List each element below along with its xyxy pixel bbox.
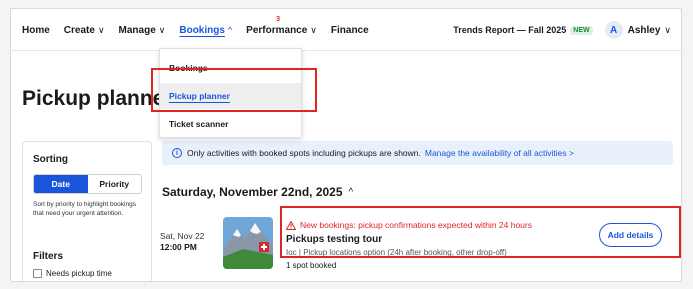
chevron-down-icon[interactable]: ∨: [664, 25, 671, 36]
info-icon: i: [172, 148, 182, 158]
menu-item-label: Ticket scanner: [169, 119, 229, 129]
chevron-down-icon: ∨: [97, 24, 105, 35]
nav-finance-label: Finance: [330, 24, 369, 36]
booking-datetime: Sat, Nov 22 12:00 PM: [160, 231, 204, 254]
nav-performance[interactable]: 3 Performance ∨: [246, 16, 317, 36]
checkbox[interactable]: [33, 269, 42, 278]
sort-priority-button[interactable]: Priority: [88, 175, 142, 193]
nav-finance[interactable]: Finance: [331, 25, 369, 36]
nav-bookings[interactable]: Bookings ^: [179, 25, 232, 36]
top-navigation: Home Create ∨ Manage ∨ Bookings ^ 3 Performa…: [11, 9, 681, 51]
date-group-header[interactable]: Saturday, November 22nd, 2025 ^: [162, 185, 353, 199]
nav-create-label: Create: [63, 24, 95, 36]
sidebar-panel: Sorting Date Priority Sort by priority t…: [22, 141, 152, 281]
top-right-area: Trends Report — Fall 2025 NEW A Ashley ∨: [453, 9, 671, 51]
new-badge: NEW: [570, 25, 593, 35]
sort-help-text: Sort by priority to highlight bookings t…: [33, 201, 136, 217]
chevron-up-icon[interactable]: ^: [349, 187, 354, 198]
tour-thumbnail: [223, 217, 273, 269]
nav-home-label: Home: [22, 24, 50, 36]
info-banner: i Only activities with booked spots incl…: [162, 141, 673, 165]
date-heading: Saturday, November 22nd, 2025: [162, 185, 343, 199]
booking-time: 12:00 PM: [160, 242, 197, 253]
nav-home[interactable]: Home: [22, 25, 50, 36]
filters-title: Filters: [33, 251, 64, 262]
chevron-up-icon: ^: [227, 25, 233, 35]
chevron-down-icon: ∨: [310, 24, 317, 35]
sort-toggle: Date Priority: [33, 174, 142, 194]
nav-bookings-label: Bookings: [179, 24, 225, 36]
nav-manage[interactable]: Manage ∨: [119, 25, 166, 36]
trends-report-link[interactable]: Trends Report — Fall 2025: [453, 25, 566, 35]
app-frame: Home Create ∨ Manage ∨ Bookings ^ 3 Performa…: [10, 8, 682, 282]
page-title: Pickup planner: [22, 87, 173, 110]
notification-badge: 3: [276, 15, 281, 23]
main-nav: Home Create ∨ Manage ∨ Bookings ^ 3 Performa…: [22, 9, 383, 51]
filter-needs-pickup[interactable]: Needs pickup time: [33, 269, 112, 278]
nav-performance-label: Performance: [246, 24, 308, 36]
info-text: Only activities with booked spots includ…: [187, 148, 421, 158]
spots-booked: 1 spot booked: [286, 261, 337, 270]
manage-availability-link[interactable]: Manage the availability of all activitie…: [425, 148, 574, 158]
sort-date-button[interactable]: Date: [34, 175, 88, 193]
chevron-down-icon: ∨: [158, 24, 166, 35]
sorting-title: Sorting: [33, 154, 68, 165]
nav-create[interactable]: Create ∨: [64, 25, 105, 36]
highlight-box: [280, 206, 681, 258]
mountain-image: [223, 217, 273, 269]
avatar[interactable]: A: [604, 21, 623, 39]
user-menu[interactable]: Ashley: [628, 25, 661, 36]
filter-label: Needs pickup time: [46, 269, 112, 278]
nav-manage-label: Manage: [118, 24, 156, 36]
booking-date: Sat, Nov 22: [160, 231, 205, 241]
menu-item-ticket-scanner[interactable]: Ticket scanner: [160, 111, 301, 137]
highlight-box: [151, 68, 317, 112]
